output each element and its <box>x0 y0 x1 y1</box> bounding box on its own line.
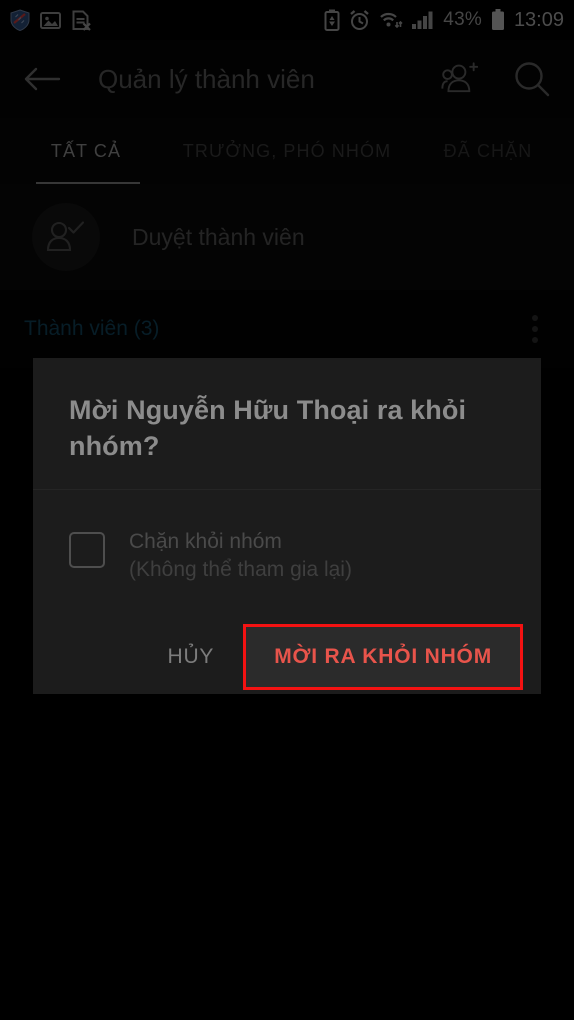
checkbox-label-primary: Chặn khỏi nhóm <box>129 530 282 553</box>
confirm-button-wrapper: MỜI RA KHỎI NHÓM <box>243 624 523 690</box>
checkbox-label-secondary: (Không thể tham gia lại) <box>129 557 352 581</box>
phone-screen: 43% 13:09 Quản lý thành viên <box>0 0 574 1020</box>
dialog-divider <box>33 489 541 490</box>
checkbox-labels: Chặn khỏi nhóm (Không thể tham gia lại) <box>129 528 352 583</box>
remove-member-dialog: Mời Nguyễn Hữu Thoại ra khỏi nhóm? Chặn … <box>33 358 541 694</box>
dialog-title: Mời Nguyễn Hữu Thoại ra khỏi nhóm? <box>69 395 467 462</box>
dialog-body: Chặn khỏi nhóm (Không thể tham gia lại) <box>33 528 541 583</box>
cancel-button[interactable]: HỦY <box>143 629 238 685</box>
remove-from-group-button[interactable]: MỜI RA KHỎI NHÓM <box>246 627 520 687</box>
dialog-actions: HỦY MỜI RA KHỎI NHÓM <box>33 620 541 694</box>
block-from-group-checkbox[interactable] <box>69 532 105 568</box>
